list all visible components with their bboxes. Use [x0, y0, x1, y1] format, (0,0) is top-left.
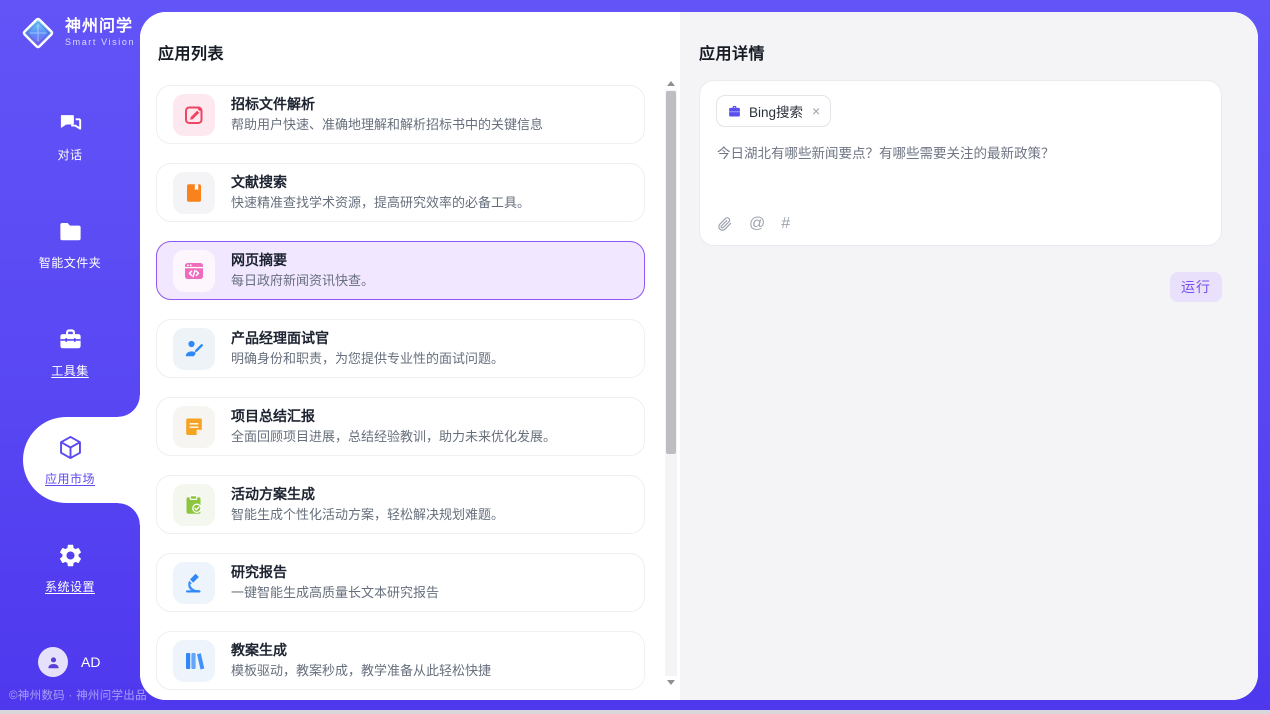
close-icon[interactable]: ×	[812, 104, 820, 118]
app-card-desc: 每日政府新闻资讯快查。	[231, 274, 374, 288]
paperclip-icon[interactable]	[717, 216, 733, 232]
sidebar-item-label: 对话	[57, 146, 82, 163]
briefcase-icon	[727, 104, 742, 119]
brand-name: 神州问学	[65, 19, 135, 35]
app-list-panel: 应用列表 招标文件解析 帮助用户快速、准确地理解和解析招标书中的关键信息 文献搜…	[140, 12, 680, 700]
app-card-title: 研究报告	[231, 565, 439, 580]
tool-tag-label: Bing搜索	[749, 101, 803, 121]
toolbox-icon	[57, 326, 84, 353]
sidebar-item-label: 智能文件夹	[39, 254, 102, 271]
app-card[interactable]: 招标文件解析 帮助用户快速、准确地理解和解析招标书中的关键信息	[156, 85, 645, 144]
sidebar-item-label: 系统设置	[45, 578, 95, 595]
microscope-icon	[173, 562, 215, 604]
app-card-title: 网页摘要	[231, 253, 374, 268]
avatar	[38, 647, 68, 677]
scrollbar-thumb[interactable]	[666, 91, 676, 454]
brand-diamond-icon	[18, 13, 58, 53]
app-detail-title: 应用详情	[699, 40, 765, 64]
app-card-desc: 一键智能生成高质量长文本研究报告	[231, 586, 439, 600]
brand-logo: 神州问学 Smart Vision	[18, 13, 135, 53]
triangle-down-icon	[667, 680, 675, 685]
browser-code-icon	[173, 250, 215, 292]
user-account[interactable]: AD	[38, 647, 100, 677]
app-card-desc: 明确身份和职责，为您提供专业性的面试问题。	[231, 352, 504, 366]
book-icon	[173, 172, 215, 214]
sidebar-item-4[interactable]: 应用市场	[0, 406, 140, 514]
app-card-title: 活动方案生成	[231, 487, 504, 502]
triangle-up-icon	[667, 81, 675, 86]
main-content: 应用列表 招标文件解析 帮助用户快速、准确地理解和解析招标书中的关键信息 文献搜…	[140, 12, 1258, 700]
edit-square-icon	[173, 94, 215, 136]
books-icon	[173, 640, 215, 682]
app-card-desc: 智能生成个性化活动方案，轻松解决规划难题。	[231, 508, 504, 522]
composer-card: Bing搜索 × 今日湖北有哪些新闻要点？有哪些需要关注的最新政策？ @#	[699, 80, 1222, 246]
scroll-up-button[interactable]	[665, 77, 677, 90]
window-bottom-edge	[0, 710, 1270, 714]
app-card-desc: 快速精准查找学术资源，提高研究效率的必备工具。	[231, 196, 530, 210]
app-card-desc: 模板驱动，教案秒成，教学准备从此轻松快捷	[231, 664, 491, 678]
cube-icon	[57, 434, 84, 461]
sidebar-item-5[interactable]: 系统设置	[0, 514, 140, 622]
tool-tag-bing-search[interactable]: Bing搜索 ×	[716, 95, 831, 127]
app-card[interactable]: 研究报告 一键智能生成高质量长文本研究报告	[156, 553, 645, 612]
app-card[interactable]: 活动方案生成 智能生成个性化活动方案，轻松解决规划难题。	[156, 475, 645, 534]
at-icon[interactable]: @	[749, 216, 765, 232]
app-card-desc: 帮助用户快速、准确地理解和解析招标书中的关键信息	[231, 118, 543, 132]
user-icon	[45, 654, 62, 671]
user-initials: AD	[81, 654, 100, 670]
sidebar-item-label: 工具集	[51, 362, 89, 379]
gear-icon	[57, 542, 84, 569]
app-card-title: 教案生成	[231, 643, 491, 658]
app-card-title: 产品经理面试官	[231, 331, 504, 346]
app-card[interactable]: 产品经理面试官 明确身份和职责，为您提供专业性的面试问题。	[156, 319, 645, 378]
app-card[interactable]: 文献搜索 快速精准查找学术资源，提高研究效率的必备工具。	[156, 163, 645, 222]
clipboard-check-icon	[173, 484, 215, 526]
sidebar-item-3[interactable]: 工具集	[0, 298, 140, 406]
sidebar-item-label: 应用市场	[45, 470, 95, 487]
folder-icon	[57, 218, 84, 245]
brand-tagline: Smart Vision	[65, 38, 135, 47]
app-card-title: 项目总结汇报	[231, 409, 556, 424]
app-detail-panel: 应用详情 Bing搜索 × 今日湖北有哪些新闻要点？有哪些需要关注的最新政策？ …	[680, 12, 1258, 700]
sidebar-item-1[interactable]: 对话	[0, 82, 140, 190]
hash-icon[interactable]: #	[781, 216, 790, 232]
app-card-title: 招标文件解析	[231, 97, 543, 112]
query-text-input[interactable]: 今日湖北有哪些新闻要点？有哪些需要关注的最新政策？	[717, 144, 1204, 165]
app-list-title: 应用列表	[158, 40, 224, 64]
copyright-footer: ©神州数码 · 神州问学出品	[9, 687, 147, 703]
sidebar: 神州问学 Smart Vision 对话 智能文件夹 工具集 应用市场 系统设置…	[0, 0, 140, 714]
app-card[interactable]: 项目总结汇报 全面回顾项目进展，总结经验教训，助力未来优化发展。	[156, 397, 645, 456]
note-icon	[173, 406, 215, 448]
app-list: 招标文件解析 帮助用户快速、准确地理解和解析招标书中的关键信息 文献搜索 快速精…	[156, 85, 645, 700]
app-card[interactable]: 网页摘要 每日政府新闻资讯快查。	[156, 241, 645, 300]
run-row: 运行	[1170, 272, 1222, 302]
interviewer-icon	[173, 328, 215, 370]
sidebar-nav: 对话 智能文件夹 工具集 应用市场 系统设置	[0, 82, 140, 622]
sidebar-item-2[interactable]: 智能文件夹	[0, 190, 140, 298]
scrollbar[interactable]	[665, 77, 677, 689]
app-card-desc: 全面回顾项目进展，总结经验教训，助力未来优化发展。	[231, 430, 556, 444]
run-button[interactable]: 运行	[1170, 272, 1222, 302]
chat-icon	[57, 110, 84, 137]
scroll-down-button[interactable]	[665, 676, 677, 689]
app-card[interactable]: 教案生成 模板驱动，教案秒成，教学准备从此轻松快捷	[156, 631, 645, 690]
composer-toolbar: @#	[717, 216, 790, 232]
app-card-title: 文献搜索	[231, 175, 530, 190]
